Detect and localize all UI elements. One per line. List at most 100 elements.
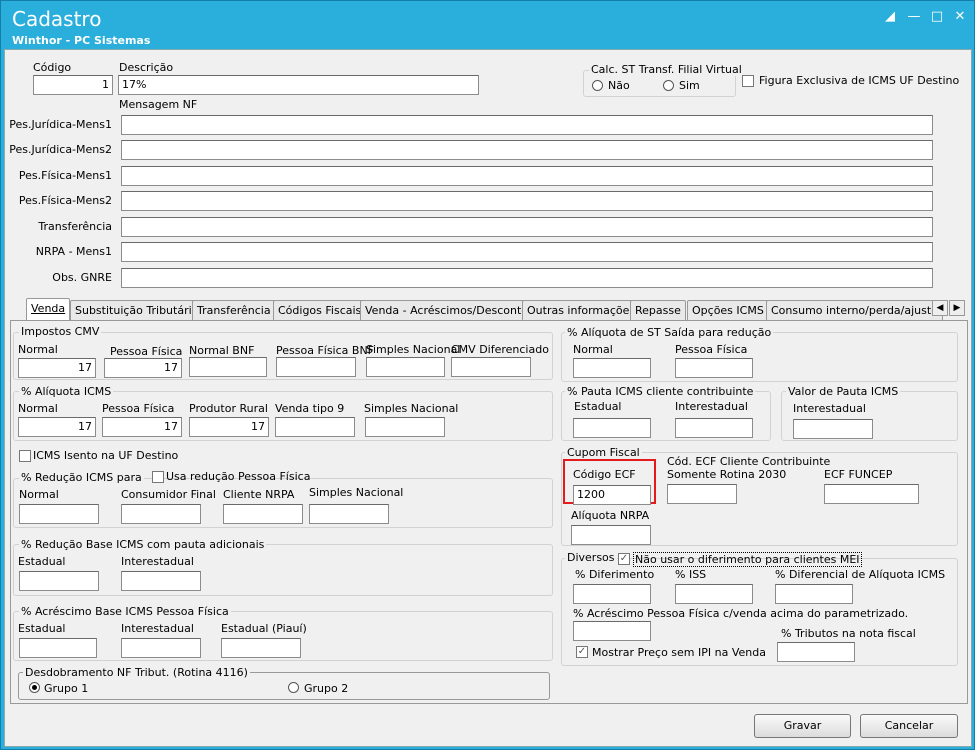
acrescimo-pf-label: % Acréscimo Pessoa Física c/venda acima … [573, 607, 909, 620]
tab-substituicao-tributaria[interactable]: Substituição Tributária [70, 300, 204, 320]
close-icon[interactable]: ✕ [953, 10, 967, 24]
calc-st-sim-label: Sim [679, 79, 700, 92]
red-consumidor-label: Consumidor Final [121, 488, 216, 501]
ab-estadual-piaui-input[interactable] [221, 638, 301, 658]
aliq-normal-label: Normal [18, 402, 58, 415]
acrescimo-base-title: % Acréscimo Base ICMS Pessoa Física [19, 605, 231, 618]
icms-isento-label: ICMS Isento na UF Destino [33, 449, 179, 462]
tab-scroll-left-icon[interactable]: ◀ [932, 300, 948, 316]
pauta-estadual-input[interactable] [573, 418, 651, 438]
aliquota-st-title: % Alíquota de ST Saída para redução [565, 326, 774, 339]
cod-ecf-cliente-label: Cód. ECF Cliente Contribuinte [667, 455, 831, 468]
grupo2-label: Grupo 2 [304, 682, 349, 695]
tab-venda[interactable]: Venda [26, 298, 71, 321]
nao-usar-diferimento-checkbox[interactable]: ✓ [618, 553, 630, 565]
tab-opcoes-icms[interactable]: Opções ICMS [687, 300, 769, 320]
st-normal-input[interactable] [573, 358, 651, 378]
calc-st-sim-radio[interactable] [663, 80, 674, 91]
descricao-input[interactable]: 17% [118, 75, 479, 95]
msg-label: Pes.Jurídica-Mens1 [9, 118, 112, 131]
valor-pauta-interestadual-input[interactable] [793, 419, 873, 439]
red-consumidor-input[interactable] [121, 504, 201, 524]
red-normal-input[interactable] [19, 504, 99, 524]
figura-exclusiva-label: Figura Exclusiva de ICMS UF Destino [759, 74, 960, 87]
cancelar-button[interactable]: Cancelar [860, 714, 958, 738]
grupo2-radio[interactable] [288, 682, 299, 693]
tab-transferencia[interactable]: Transferência [192, 300, 276, 320]
codigo-input[interactable]: 1 [33, 75, 113, 95]
tab-codigos-fiscais[interactable]: Códigos Fiscais [273, 300, 367, 320]
figura-exclusiva-checkbox[interactable] [742, 75, 754, 87]
rb-estadual-input[interactable] [19, 571, 99, 591]
icms-isento-checkbox[interactable] [19, 450, 31, 462]
ecf-funcep-input[interactable] [824, 484, 919, 504]
cmv-simples-input[interactable] [366, 357, 445, 377]
tab-consumo-interno[interactable]: Consumo interno/perda/ajuste [766, 300, 943, 320]
aliquota-nrpa-input[interactable] [571, 525, 651, 545]
ab-interestadual-input[interactable] [121, 638, 201, 658]
mostrar-preco-checkbox[interactable]: ✓ [576, 646, 588, 658]
calc-st-nao-label: Não [608, 79, 630, 92]
cod-ecf-cliente-input[interactable] [667, 484, 737, 504]
cod-ecf-cliente-sublabel: Somente Rotina 2030 [667, 468, 787, 481]
mostrar-preco-label: Mostrar Preço sem IPI na Venda [592, 646, 766, 659]
red-cliente-nrpa-input[interactable] [223, 504, 303, 524]
tab-outras-informacoes[interactable]: Outras informações [522, 300, 641, 320]
red-simples-input[interactable] [309, 504, 389, 524]
cmv-normal-bnf-input[interactable] [189, 357, 267, 377]
pauta-interestadual-label: Interestadual [675, 400, 748, 413]
cmv-diferenciado-label: CMV Diferenciado [451, 343, 549, 356]
usa-reducao-checkbox[interactable] [152, 471, 164, 483]
aliq-pessoa-fisica-input[interactable]: 17 [102, 417, 182, 437]
valor-pauta-title: Valor de Pauta ICMS [786, 385, 901, 398]
pauta-estadual-label: Estadual [574, 400, 622, 413]
codigo-ecf-input[interactable]: 1200 [573, 485, 651, 505]
iss-input[interactable] [675, 584, 753, 604]
aliq-normal-input[interactable]: 17 [18, 417, 96, 437]
cmv-normal-input[interactable]: 17 [18, 358, 96, 378]
msg-input[interactable] [121, 268, 933, 288]
msg-label: Pes.Jurídica-Mens2 [9, 143, 112, 156]
ecf-funcep-label: ECF FUNCEP [824, 468, 893, 481]
gravar-button[interactable]: Gravar [754, 714, 851, 738]
calc-st-nao-radio[interactable] [592, 80, 603, 91]
msg-input[interactable] [121, 242, 933, 262]
st-pessoa-fisica-input[interactable] [675, 358, 753, 378]
diferimento-input[interactable] [573, 584, 651, 604]
msg-input[interactable] [121, 191, 933, 211]
descricao-label: Descrição [119, 61, 174, 74]
mensagem-nf-label: Mensagem NF [119, 98, 198, 111]
msg-input[interactable] [121, 140, 933, 160]
restore-layout-icon[interactable]: ◢ [883, 10, 897, 24]
cmv-pf-bnf-input[interactable] [276, 357, 356, 377]
cmv-diferenciado-input[interactable] [451, 357, 531, 377]
ab-estadual-input[interactable] [19, 638, 97, 658]
cmv-pessoa-fisica-input[interactable]: 17 [104, 358, 182, 378]
minimize-icon[interactable]: — [907, 10, 921, 24]
calc-st-title: Calc. ST Transf. Filial Virtual [589, 63, 744, 76]
nao-usar-diferimento-label: Não usar o diferimento para clientes MEI [633, 552, 862, 567]
grupo1-radio[interactable] [29, 682, 40, 693]
rb-interestadual-input[interactable] [121, 571, 201, 591]
msg-input[interactable] [121, 115, 933, 135]
tab-repasse[interactable]: Repasse [630, 300, 686, 320]
msg-input[interactable] [121, 217, 933, 237]
rb-estadual-label: Estadual [18, 555, 66, 568]
st-pessoa-fisica-label: Pessoa Física [675, 343, 748, 356]
msg-input[interactable] [121, 166, 933, 186]
aliq-produtor-rural-input[interactable]: 17 [189, 417, 269, 437]
red-normal-label: Normal [19, 488, 59, 501]
codigo-ecf-label: Código ECF [573, 468, 636, 481]
tributos-input[interactable] [777, 642, 855, 662]
diferencial-aliquota-input[interactable] [775, 584, 853, 604]
aliq-simples-input[interactable] [365, 417, 445, 437]
msg-label: Obs. GNRE [52, 271, 112, 284]
acrescimo-pf-input[interactable] [573, 621, 651, 641]
maximize-icon[interactable]: □ [930, 10, 944, 24]
tab-venda-acrescimos[interactable]: Venda - Acréscimos/Descontos [360, 300, 539, 320]
aliq-venda-tipo9-input[interactable] [275, 417, 355, 437]
pauta-interestadual-input[interactable] [675, 418, 753, 438]
tab-scroll-right-icon[interactable]: ▶ [949, 300, 965, 316]
cupom-fiscal-title: Cupom Fiscal [565, 446, 642, 459]
impostos-cmv-title: Impostos CMV [19, 325, 102, 338]
